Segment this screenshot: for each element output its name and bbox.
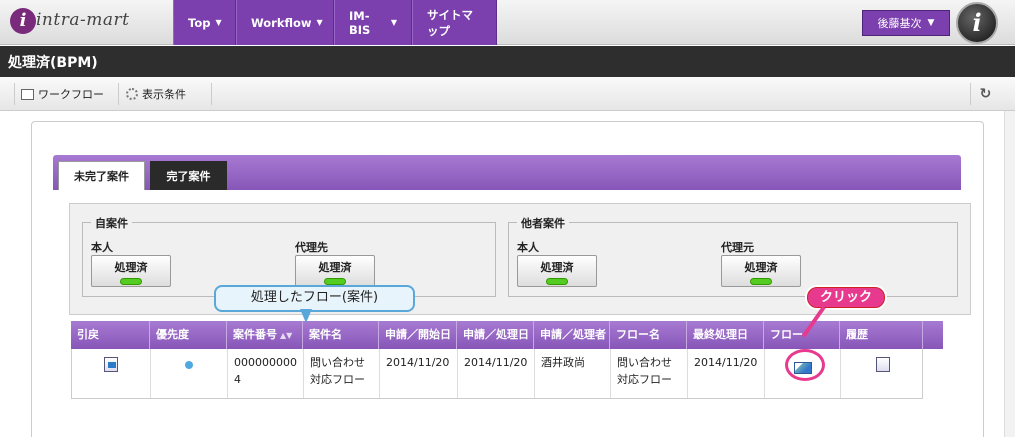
col-pullback[interactable]: 引戻 xyxy=(71,321,150,349)
chevron-down-icon: ▼ xyxy=(215,18,222,27)
status-led-icon xyxy=(750,278,772,285)
others-cases-legend: 他者案件 xyxy=(517,215,569,231)
nav-top[interactable]: Top ▼ xyxy=(173,0,236,45)
window-icon xyxy=(21,88,34,100)
status-led-icon xyxy=(324,278,346,285)
col-process-date[interactable]: 申請／処理日 xyxy=(457,321,534,349)
col-history[interactable]: 履歴 xyxy=(840,321,923,349)
refresh-icon[interactable]: ↻ xyxy=(970,83,1000,105)
logo-mark: i xyxy=(10,8,36,34)
self-label: 本人 xyxy=(517,241,539,254)
main-menu: Top ▼ Workflow ▼ IM-BIS ▼ サイトマップ xyxy=(173,0,497,45)
user-menu-button[interactable]: 後藤基次 ▼ xyxy=(862,10,950,36)
col-case-name[interactable]: 案件名 xyxy=(303,321,379,349)
proxy-source-label: 代理元 xyxy=(721,241,754,254)
logo[interactable]: i intra-mart xyxy=(8,6,168,38)
others-self-processed-button[interactable]: 処理済 xyxy=(517,255,597,287)
col-processor[interactable]: 申請／処理者 xyxy=(534,321,610,349)
scrollbar[interactable] xyxy=(1004,111,1015,437)
history-icon[interactable] xyxy=(875,357,890,372)
page-title: 処理済(BPM) xyxy=(0,46,1015,77)
highlight-ring xyxy=(785,349,825,381)
col-start-date[interactable]: 申請／開始日 xyxy=(379,321,457,349)
priority-icon xyxy=(185,361,193,369)
col-last-process-date[interactable]: 最終処理日 xyxy=(687,321,764,349)
col-case-number[interactable]: 案件番号 ▲▼ xyxy=(227,321,303,349)
pullback-icon[interactable] xyxy=(104,357,118,372)
cell-pullback xyxy=(72,349,151,398)
cell-start-date: 2014/11/20 xyxy=(380,349,458,398)
nav-sitemap[interactable]: サイトマップ xyxy=(412,0,497,45)
cell-processor: 酒井政尚 xyxy=(535,349,611,398)
col-flow-name[interactable]: フロー名 xyxy=(610,321,687,349)
tab-incomplete[interactable]: 未完了案件 xyxy=(58,161,145,190)
cell-priority xyxy=(151,349,228,398)
top-nav: i intra-mart Top ▼ Workflow ▼ IM-BIS ▼ サイトマ… xyxy=(0,0,1015,45)
chevron-down-icon: ▼ xyxy=(316,18,323,27)
cell-flow-name: 問い合わせ対応フロー xyxy=(611,349,688,398)
others-cases-fieldset: 他者案件 本人 処理済 代理元 処理済 xyxy=(508,215,958,297)
status-led-icon xyxy=(120,278,142,285)
own-self-processed-button[interactable]: 処理済 xyxy=(91,255,171,287)
own-proxy-processed-button[interactable]: 処理済 xyxy=(295,255,375,287)
gear-icon xyxy=(126,88,138,100)
tab-bar: 未完了案件 完了案件 xyxy=(53,155,961,190)
cell-history xyxy=(841,349,924,398)
chevron-down-icon: ▼ xyxy=(927,18,935,28)
display-condition-button[interactable]: 表示条件 xyxy=(120,83,212,105)
nav-workflow[interactable]: Workflow ▼ xyxy=(236,0,334,45)
proxy-target-label: 代理先 xyxy=(295,241,328,254)
workflow-button[interactable]: ワークフロー xyxy=(14,83,119,105)
cell-process-date: 2014/11/20 xyxy=(458,349,535,398)
cell-case-name: 問い合わせ対応フロー xyxy=(304,349,380,398)
avatar[interactable]: i xyxy=(956,2,998,44)
others-proxy-processed-button[interactable]: 処理済 xyxy=(721,255,801,287)
toolbar: ワークフロー 表示条件 ↻ xyxy=(0,77,1015,111)
col-priority[interactable]: 優先度 xyxy=(150,321,227,349)
cell-case-number: 0000000004 xyxy=(228,349,304,398)
sort-icon: ▲▼ xyxy=(280,331,293,340)
own-cases-legend: 自案件 xyxy=(91,215,132,231)
callout-tail xyxy=(300,309,312,323)
cell-last-process-date: 2014/11/20 xyxy=(688,349,765,398)
processed-flow-callout: 処理したフロー(案件) xyxy=(214,285,415,312)
self-label: 本人 xyxy=(91,241,113,254)
chevron-down-icon: ▼ xyxy=(390,18,397,27)
user-name: 後藤基次 xyxy=(877,17,922,30)
status-led-icon xyxy=(546,278,568,285)
nav-im-bis[interactable]: IM-BIS ▼ xyxy=(334,0,412,45)
click-callout: クリック xyxy=(805,285,887,310)
tab-complete[interactable]: 完了案件 xyxy=(150,161,227,190)
logo-text: intra-mart xyxy=(36,10,130,30)
